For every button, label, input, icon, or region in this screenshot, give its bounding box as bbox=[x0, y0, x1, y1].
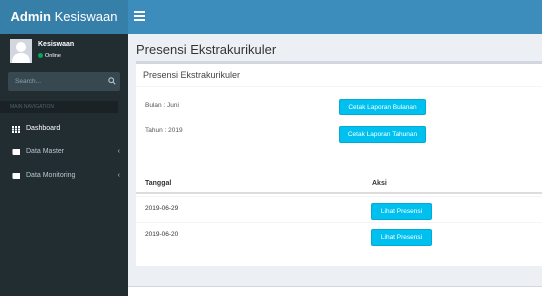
row-date: 2019-06-29 bbox=[145, 205, 179, 212]
hamburger-icon[interactable] bbox=[134, 11, 145, 22]
table-header: Tanggal Aksi bbox=[136, 174, 542, 194]
sidebar-item-label: Data Master bbox=[26, 148, 65, 155]
print-monthly-report-button[interactable]: Cetak Laporan Bulanan bbox=[339, 99, 426, 115]
app-logo[interactable]: Admin Kesiswaan bbox=[0, 0, 128, 34]
presence-box: Presensi Ekstrakurikuler Bulan : Juni Ce… bbox=[136, 61, 542, 266]
user-panel: Kesiswaan Online bbox=[0, 34, 128, 70]
book-icon bbox=[12, 173, 20, 179]
footer bbox=[128, 286, 542, 296]
logo-text: Kesiswaan bbox=[50, 9, 118, 24]
print-yearly-report-button[interactable]: Cetak Laporan Tahunan bbox=[339, 126, 426, 143]
search-icon bbox=[108, 77, 116, 85]
sidebar: Kesiswaan Online MAIN NAVIGATION Dashboa… bbox=[0, 34, 128, 296]
sidebar-item-dashboard[interactable]: Dashboard bbox=[0, 118, 128, 140]
box-title: Presensi Ekstrakurikuler bbox=[143, 70, 241, 80]
nav-header: MAIN NAVIGATION bbox=[0, 101, 118, 113]
chevron-left-icon: ‹ bbox=[117, 148, 120, 155]
online-status-icon bbox=[38, 53, 43, 59]
column-header-action: Aksi bbox=[372, 180, 387, 187]
sidebar-item-data-master[interactable]: Data Master ‹ bbox=[0, 141, 128, 163]
search-input[interactable] bbox=[8, 72, 104, 91]
table-row: 2019-06-20 Lihat Presensi bbox=[136, 222, 542, 247]
search-button[interactable] bbox=[104, 72, 120, 91]
box-divider bbox=[136, 86, 542, 87]
user-status-text: Online bbox=[45, 53, 61, 59]
book-icon bbox=[12, 149, 20, 155]
sidebar-search-form bbox=[8, 72, 120, 91]
sidebar-item-label: Data Monitoring bbox=[26, 172, 76, 179]
row-date: 2019-06-20 bbox=[145, 231, 179, 238]
view-presence-button[interactable]: Lihat Presensi bbox=[371, 203, 432, 220]
sidebar-item-data-monitoring[interactable]: Data Monitoring ‹ bbox=[0, 165, 128, 187]
table-row: 2019-06-29 Lihat Presensi bbox=[136, 196, 542, 221]
chevron-left-icon: ‹ bbox=[117, 172, 120, 179]
main-header: Admin Kesiswaan bbox=[0, 0, 542, 34]
view-presence-button[interactable]: Lihat Presensi bbox=[371, 229, 432, 246]
year-label: Tahun : 2019 bbox=[145, 127, 183, 134]
page-title: Presensi Ekstrakurikuler bbox=[136, 42, 277, 57]
user-status[interactable]: Online bbox=[38, 53, 61, 59]
month-label: Bulan : Juni bbox=[145, 102, 179, 109]
sidebar-item-label: Dashboard bbox=[26, 125, 61, 132]
dashboard-icon bbox=[12, 126, 20, 133]
user-name: Kesiswaan bbox=[38, 41, 75, 48]
column-header-date: Tanggal bbox=[145, 180, 172, 187]
logo-bold-text: Admin bbox=[10, 9, 51, 24]
user-avatar-icon bbox=[10, 39, 32, 63]
